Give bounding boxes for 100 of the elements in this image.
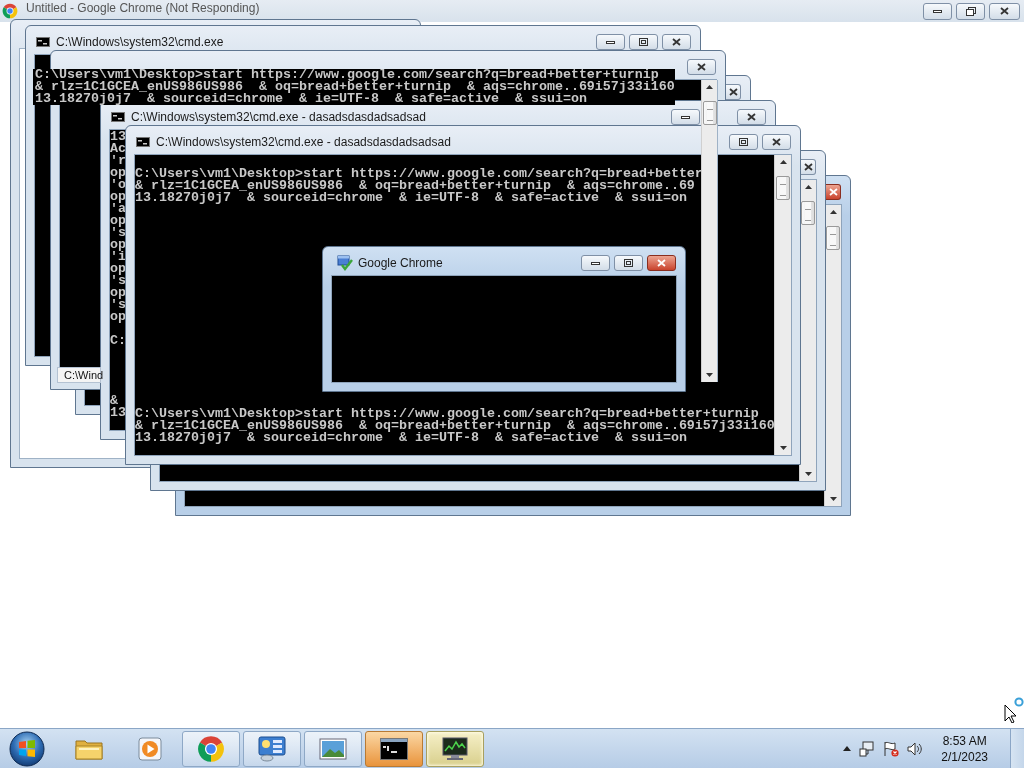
- console-line: &: [110, 395, 118, 407]
- scrollbar[interactable]: [774, 155, 791, 455]
- minimize-icon: [591, 261, 600, 265]
- close-button[interactable]: [826, 184, 841, 200]
- close-icon: [747, 113, 756, 121]
- scrollbar-thumb[interactable]: [826, 226, 840, 250]
- console-line: & rlz=1C1GCEA_enUS986US986 & oq=bread+better+turnip & aqs=chrome..69: [135, 180, 695, 192]
- close-button[interactable]: [726, 84, 741, 100]
- console-icon: [111, 112, 125, 122]
- console-line: C:\Users\vm1\Desktop>start https://www.google.com/search?q=bread+better+turnip: [135, 408, 759, 420]
- terminal-icon: [380, 737, 408, 760]
- close-button[interactable]: [762, 134, 791, 150]
- console-line: 'o: [110, 179, 126, 191]
- close-icon: [697, 63, 706, 71]
- scrollbar[interactable]: [701, 80, 718, 382]
- scroll-up-icon: [779, 160, 787, 164]
- console-line: op: [110, 263, 126, 275]
- close-icon: [672, 38, 681, 46]
- console-line: 13: [110, 131, 126, 143]
- console-line: 's: [110, 275, 126, 287]
- scroll-down-icon: [829, 497, 837, 501]
- monitor-icon: [441, 735, 469, 762]
- close-icon: [728, 88, 738, 96]
- scrollbar-thumb[interactable]: [801, 201, 815, 225]
- window-title: C:\Windows\system32\cmd.exe: [56, 35, 224, 49]
- minimize-icon: [933, 9, 942, 13]
- scrollbar-thumb[interactable]: [776, 176, 790, 200]
- window-title: C:\Windows\system32\cmd.exe - dasadsdasdadsadsad: [156, 135, 451, 149]
- scroll-up-icon: [706, 85, 713, 89]
- scrollbar-thumb[interactable]: [702, 101, 717, 125]
- play-icon: [138, 736, 162, 761]
- window-title: C:\Wind: [57, 367, 101, 383]
- scroll-down-icon: [804, 472, 812, 476]
- close-button[interactable]: [687, 59, 716, 75]
- console-line: op: [110, 167, 126, 179]
- close-button[interactable]: [801, 159, 816, 175]
- network-icon[interactable]: [859, 740, 876, 757]
- console-line: & rlz=1C1GCEA_enUS986US986 & oq=bread+better+turnip & aqs=chrome..69i57j33i160: [35, 81, 675, 93]
- console-line: 'a: [110, 203, 126, 215]
- maximize-icon: [624, 259, 633, 267]
- speaker-icon[interactable]: [907, 740, 924, 757]
- close-button[interactable]: [989, 2, 1020, 20]
- restore-button[interactable]: [956, 2, 985, 20]
- maximize-button[interactable]: [614, 255, 643, 271]
- restore-icon: [965, 6, 976, 16]
- minimize-button[interactable]: [671, 109, 700, 125]
- maximize-button[interactable]: [629, 34, 658, 50]
- console-line: op: [110, 215, 126, 227]
- scroll-down-icon: [779, 446, 787, 450]
- console-line: Ac: [110, 143, 126, 155]
- close-icon: [772, 138, 781, 146]
- close-icon: [1000, 7, 1009, 15]
- console-line: 's: [110, 227, 126, 239]
- scroll-up-icon: [804, 185, 812, 189]
- window-title: Google Chrome: [358, 256, 443, 270]
- dashboard-icon: [258, 735, 286, 762]
- minimize-button[interactable]: [581, 255, 610, 271]
- close-button[interactable]: [737, 109, 766, 125]
- maximize-icon: [639, 38, 648, 46]
- scroll-down-icon: [706, 373, 713, 377]
- console-line: & rlz=1C1GCEA_enUS986US986 & oq=bread+better+turnip & aqs=chrome..69i57j33i160: [135, 420, 774, 432]
- maximize-icon: [739, 138, 748, 146]
- app-check-icon: [337, 255, 353, 271]
- console-line: 's: [110, 299, 126, 311]
- console-line: 13.18270j0j7 & sourceid=chrome & ie=UTF-8 & safe=active & ssui=on: [135, 192, 687, 204]
- flag-icon[interactable]: [883, 740, 900, 757]
- console-line: op: [110, 311, 126, 323]
- close-icon: [803, 163, 813, 171]
- minimize-icon: [681, 115, 690, 119]
- clock[interactable]: 8:53 AM 2/1/2023: [941, 732, 988, 765]
- console-line: 'r: [110, 155, 126, 167]
- console-icon: [36, 37, 50, 47]
- console-line: C:\Users\vm1\Desktop>start https://www.google.com/search?q=bread+better: [135, 168, 703, 180]
- landscape-icon: [319, 736, 347, 761]
- scroll-up-icon: [829, 210, 837, 214]
- console-line: op: [110, 287, 126, 299]
- taskbar-button[interactable]: [426, 730, 484, 767]
- browser-icon: [197, 734, 225, 763]
- start-orb-icon: [9, 730, 45, 767]
- console-line: 13: [110, 407, 126, 419]
- window-title: C:\Windows\system32\cmd.exe - dasadsdasdadsadsad: [131, 110, 426, 124]
- taskbar-button[interactable]: [365, 730, 423, 767]
- console-line: 13.18270j0j7 & sourceid=chrome & ie=UTF-8 & safe=active & ssui=on: [35, 93, 587, 105]
- close-icon: [828, 188, 838, 196]
- minimize-icon: [606, 40, 615, 44]
- console-line: 'i: [110, 251, 126, 263]
- console-line: C:: [110, 335, 126, 347]
- console-icon: [136, 137, 150, 147]
- close-icon: [657, 259, 666, 267]
- console-line: op: [110, 191, 126, 203]
- chevron-up-icon[interactable]: [843, 746, 852, 751]
- console-line: C:\Users\vm1\Desktop>start https://www.google.com/search?q=bread+better+turnip: [35, 69, 659, 81]
- close-button[interactable]: [662, 34, 691, 50]
- close-button[interactable]: [647, 255, 676, 271]
- busy-cursor-icon: [1004, 697, 1024, 723]
- maximize-button[interactable]: [729, 134, 758, 150]
- console-line: 13.18270j0j7 & sourceid=chrome & ie=UTF-8 & safe=active & ssui=on: [135, 432, 687, 444]
- browser-icon: [2, 3, 18, 19]
- minimize-button[interactable]: [596, 34, 625, 50]
- minimize-button[interactable]: [923, 2, 952, 20]
